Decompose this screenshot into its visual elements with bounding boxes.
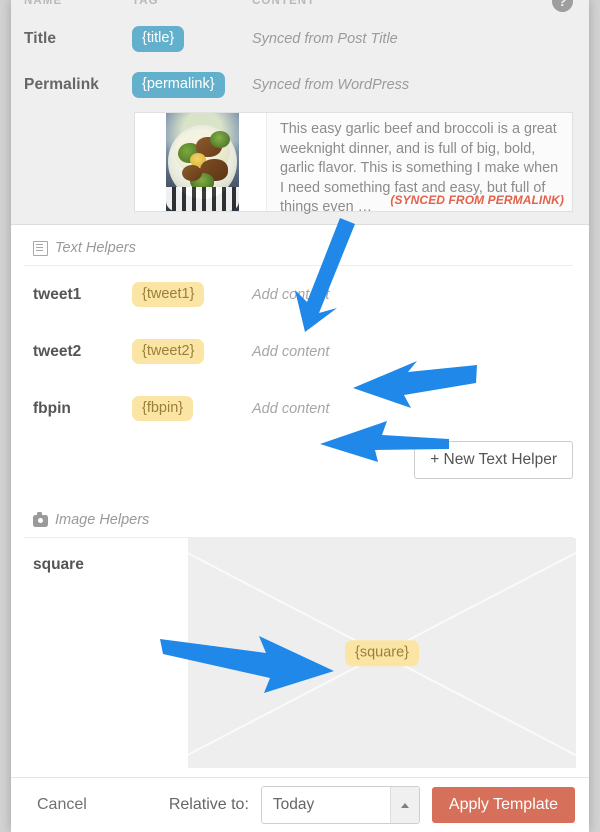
image-helpers-heading: Image Helpers <box>24 497 573 538</box>
helper-name: fbpin <box>33 399 71 417</box>
preview-text-block: This easy garlic beef and broccoli is a … <box>267 113 572 215</box>
help-circle-icon[interactable]: ? <box>552 0 573 12</box>
screen: NAME TAG CONTENT ? Title {title} Synced … <box>0 0 600 832</box>
tag-pill-tweet2[interactable]: {tweet2} <box>132 338 205 365</box>
helper-name: tweet1 <box>33 285 82 303</box>
add-content-fbpin[interactable]: Add content <box>252 401 573 417</box>
synced-row-title: Title {title} Synced from Post Title <box>11 16 589 62</box>
chevron-up-icon[interactable] <box>389 787 419 823</box>
tag-pill-square[interactable]: {square} <box>344 640 420 666</box>
new-text-helper-row: + New Text Helper <box>24 437 573 497</box>
helper-name: square <box>33 556 84 573</box>
permalink-preview-card[interactable]: This easy garlic beef and broccoli is a … <box>134 112 573 215</box>
row-tag-cell: {title} <box>132 26 252 52</box>
apply-template-button[interactable]: Apply Template <box>431 787 575 823</box>
camera-icon <box>33 512 48 527</box>
relative-to-value[interactable]: Today <box>261 787 390 823</box>
text-helper-row-tweet1: tweet1 {tweet1} Add content <box>24 266 573 323</box>
row-name: Permalink <box>24 76 99 93</box>
cancel-button[interactable]: Cancel <box>37 796 87 814</box>
permalink-preview-wrapper: This easy garlic beef and broccoli is a … <box>11 108 589 215</box>
row-name: Title <box>24 30 57 47</box>
column-header-name: NAME <box>24 0 63 7</box>
new-text-helper-button[interactable]: + New Text Helper <box>414 441 573 479</box>
row-tag-cell: {permalink} <box>132 72 252 98</box>
image-helpers-section: Image Helpers square {square} <box>11 497 589 768</box>
relative-to-label: Relative to: <box>168 796 249 813</box>
tag-pill-permalink[interactable]: {permalink} <box>132 72 225 98</box>
text-helper-row-fbpin: fbpin {fbpin} Add content <box>24 380 573 437</box>
image-helper-row-square: square {square} <box>24 538 576 768</box>
synced-from-permalink-note: (SYNCED FROM PERMALINK) <box>390 193 564 207</box>
tag-pill-title[interactable]: {title} <box>132 26 185 52</box>
helper-tag-cell: {fbpin} <box>132 395 252 422</box>
section-label: Image Helpers <box>55 512 150 528</box>
tag-pill-tweet1[interactable]: {tweet1} <box>132 281 205 308</box>
row-content: Synced from Post Title <box>252 31 398 47</box>
image-placeholder-square[interactable]: {square} <box>188 538 576 768</box>
footer-actions: Relative to: Today Apply Template <box>169 786 575 824</box>
preview-thumbnail <box>135 113 267 211</box>
helper-tag-cell: {tweet2} <box>132 338 252 365</box>
recipe-photo <box>166 113 239 211</box>
helper-tag-cell: {tweet1} <box>132 281 252 308</box>
add-content-tweet2[interactable]: Add content <box>252 344 573 360</box>
text-helpers-heading: Text Helpers <box>24 225 573 266</box>
column-headers: NAME TAG CONTENT ? <box>11 0 589 16</box>
synced-fields-section: NAME TAG CONTENT ? Title {title} Synced … <box>11 0 589 225</box>
column-header-tag: TAG <box>132 0 159 7</box>
template-editor-modal: NAME TAG CONTENT ? Title {title} Synced … <box>11 0 589 832</box>
column-header-content: CONTENT <box>252 0 316 7</box>
text-helper-row-tweet2: tweet2 {tweet2} Add content <box>24 323 573 380</box>
row-content: Synced from WordPress <box>252 77 410 93</box>
text-helpers-section: Text Helpers tweet1 {tweet1} Add content… <box>11 225 589 497</box>
synced-row-permalink: Permalink {permalink} Synced from WordPr… <box>11 62 589 108</box>
document-icon <box>33 240 48 256</box>
relative-to-select[interactable]: Today <box>260 786 420 824</box>
helper-name: tweet2 <box>33 342 82 360</box>
modal-footer: Cancel Relative to: Today Apply Template <box>11 777 589 832</box>
add-content-tweet1[interactable]: Add content <box>252 287 573 303</box>
tag-pill-fbpin[interactable]: {fbpin} <box>132 395 194 422</box>
section-label: Text Helpers <box>55 240 136 256</box>
